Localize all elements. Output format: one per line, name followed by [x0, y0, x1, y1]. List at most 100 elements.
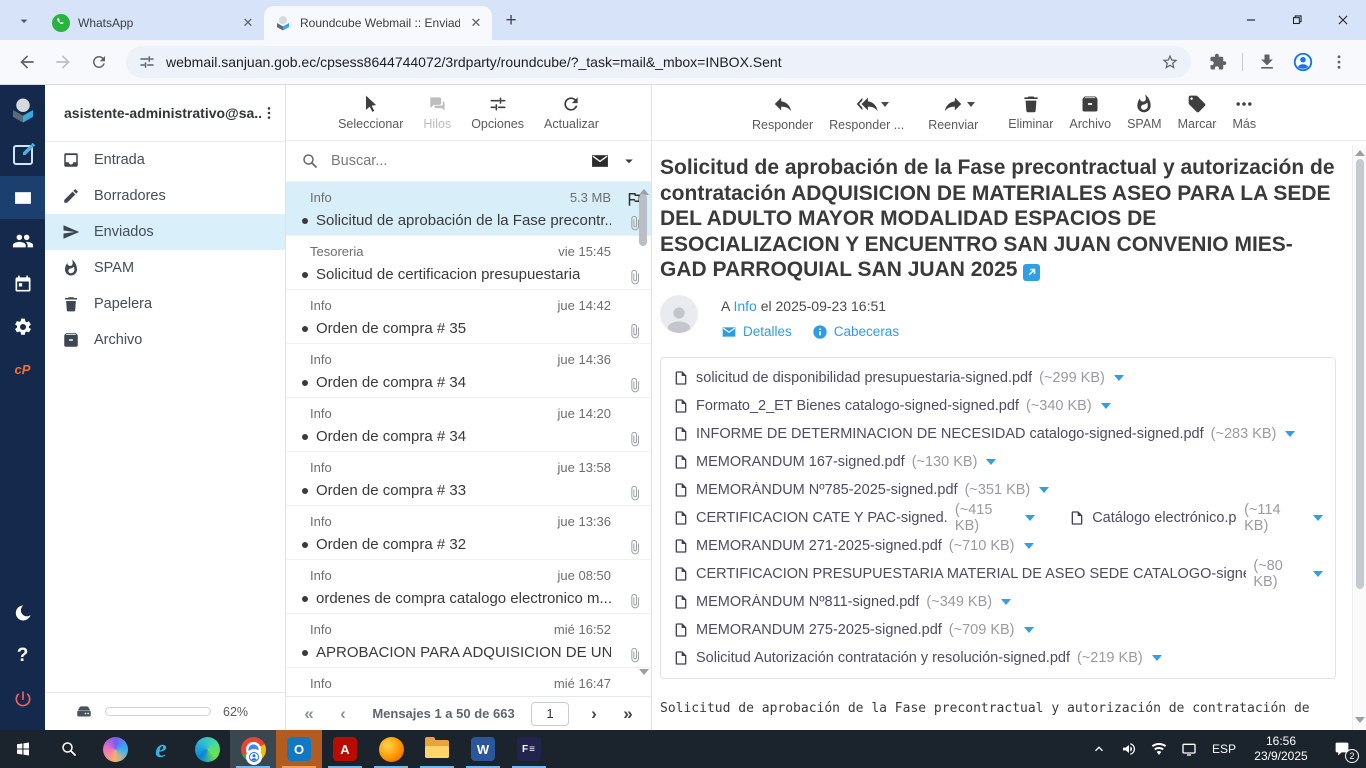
attachment-menu-caret-icon[interactable] — [1001, 599, 1011, 610]
attachment-name[interactable]: CERTIFICACION CATE Y PAC-signed.pdf — [696, 510, 948, 526]
action-center-button[interactable]: 2 — [1318, 730, 1366, 768]
search-options-chevron-icon[interactable] — [620, 152, 638, 170]
attachment-name[interactable]: Solicitud Autorización contratación y re… — [696, 650, 1070, 666]
search-input[interactable] — [329, 152, 580, 170]
browser-menu-icon[interactable] — [1322, 45, 1356, 79]
rail-settings-button[interactable] — [0, 305, 45, 348]
attachment-menu-caret-icon[interactable] — [1313, 571, 1323, 582]
forward-button[interactable]: Reenviar — [928, 93, 978, 132]
tab-close-icon[interactable]: ✕ — [468, 15, 484, 31]
rail-contacts-button[interactable] — [0, 219, 45, 262]
cast-icon[interactable] — [1174, 730, 1204, 768]
bookmark-star-icon[interactable] — [1161, 53, 1179, 71]
attachment-name[interactable]: MEMORÁNDUM Nº785-2025-signed.pdf — [696, 482, 958, 498]
options-button[interactable]: Opciones — [471, 94, 524, 131]
start-button[interactable] — [0, 730, 46, 768]
attachment-name[interactable]: solicitud de disponibilidad presupuestar… — [696, 370, 1032, 386]
delete-button[interactable]: Eliminar — [1008, 94, 1053, 131]
sidebar-item-entrada[interactable]: Entrada — [45, 142, 285, 178]
attachment-name[interactable]: Formato_2_ET Bienes catalogo-signed-sign… — [696, 398, 1019, 414]
message-row[interactable]: Infojue 14:36 Orden de compra # 34 — [286, 344, 651, 398]
next-page-button[interactable]: › — [581, 704, 607, 724]
attachment-name[interactable]: MEMORANDUM 167-signed.pdf — [696, 454, 905, 470]
taskbar-chrome-button[interactable] — [230, 730, 276, 768]
page-number-input[interactable] — [531, 702, 569, 726]
profile-avatar[interactable] — [1286, 45, 1320, 79]
rail-compose-button[interactable] — [0, 133, 45, 176]
attachment-name[interactable]: Catálogo electrónico.pdf — [1092, 510, 1237, 526]
back-button[interactable] — [10, 45, 44, 79]
account-menu-icon[interactable] — [261, 105, 277, 121]
taskbar-explorer-button[interactable] — [414, 730, 460, 768]
message-row[interactable]: Infomié 16:52 APROBACION PARA ADQUISICIO… — [286, 614, 651, 668]
volume-icon[interactable] — [1114, 730, 1144, 768]
attachment-menu-caret-icon[interactable] — [1152, 655, 1162, 666]
attachment-menu-caret-icon[interactable] — [1039, 487, 1049, 498]
close-window-button[interactable] — [1320, 0, 1366, 40]
rail-help-button[interactable]: ? — [0, 634, 45, 677]
select-button[interactable]: Seleccionar — [338, 94, 403, 131]
rail-logout-button[interactable] — [0, 677, 45, 720]
taskbar-acrobat-button[interactable]: A — [322, 730, 368, 768]
list-scrollbar-thumb[interactable] — [639, 194, 647, 246]
language-indicator[interactable]: ESP — [1204, 730, 1244, 768]
last-page-button[interactable]: » — [615, 704, 641, 724]
message-row[interactable]: Tesoreriavie 15:45 Solicitud de certific… — [286, 236, 651, 290]
view-scrollbar-thumb[interactable] — [1356, 159, 1364, 589]
taskbar-outlook-button[interactable]: O — [276, 730, 322, 768]
headers-link[interactable]: Cabeceras — [812, 324, 899, 340]
tray-chevron-up-icon[interactable] — [1084, 730, 1114, 768]
maximize-button[interactable] — [1274, 0, 1320, 40]
attachment-menu-caret-icon[interactable] — [1025, 515, 1035, 526]
threads-button[interactable]: Hilos — [423, 94, 451, 131]
scroll-down-icon[interactable] — [639, 669, 649, 680]
attachment-menu-caret-icon[interactable] — [1101, 403, 1111, 414]
refresh-button[interactable]: Actualizar — [544, 94, 599, 131]
details-link[interactable]: Detalles — [721, 324, 792, 340]
taskbar-ie-button[interactable]: e — [138, 730, 184, 768]
recipient-link[interactable]: Info — [733, 298, 756, 314]
attachment-name[interactable]: CERTIFICACION PRESUPUESTARIA MATERIAL DE… — [696, 566, 1246, 582]
prev-page-button[interactable]: ‹ — [330, 704, 356, 724]
taskbar-fes-button[interactable]: F≡ — [506, 730, 552, 768]
sidebar-item-papelera[interactable]: Papelera — [45, 286, 285, 322]
extensions-icon[interactable] — [1201, 45, 1235, 79]
rail-mail-button[interactable] — [0, 176, 45, 219]
rail-cpanel-button[interactable]: cP — [0, 348, 45, 391]
message-row[interactable]: Infojue 14:42 Orden de compra # 35 — [286, 290, 651, 344]
reply-all-button[interactable]: Responder ... — [829, 93, 904, 132]
browser-tab-roundcube[interactable]: Roundcube Webmail :: Enviados ✕ — [264, 6, 492, 40]
sidebar-item-spam[interactable]: SPAM — [45, 250, 285, 286]
spam-button[interactable]: SPAM — [1127, 94, 1162, 131]
forward-button[interactable] — [46, 45, 80, 79]
taskbar-clock[interactable]: 16:56 23/9/2025 — [1244, 734, 1318, 764]
view-scrollbar[interactable] — [1352, 145, 1366, 730]
new-tab-button[interactable]: + — [498, 8, 524, 34]
attachment-menu-caret-icon[interactable] — [1114, 375, 1124, 386]
message-row[interactable]: Info5.3 MB Solicitud de aprobación de la… — [286, 182, 651, 236]
taskbar-copilot-button[interactable] — [92, 730, 138, 768]
message-row[interactable]: Infojue 08:50 ordenes de compra catalogo… — [286, 560, 651, 614]
taskbar-search-button[interactable] — [46, 730, 92, 768]
taskbar-word-button[interactable]: W — [460, 730, 506, 768]
archive-button[interactable]: Archivo — [1069, 94, 1111, 131]
attachment-menu-caret-icon[interactable] — [1024, 543, 1034, 554]
taskbar-edge-button[interactable] — [184, 730, 230, 768]
message-row[interactable]: Infojue 13:58 Orden de compra # 33 — [286, 452, 651, 506]
attachment-menu-caret-icon[interactable] — [1024, 627, 1034, 638]
first-page-button[interactable]: « — [296, 704, 322, 724]
taskbar-firefox-button[interactable] — [368, 730, 414, 768]
sidebar-item-borradores[interactable]: Borradores — [45, 178, 285, 214]
minimize-button[interactable] — [1228, 0, 1274, 40]
attachment-menu-caret-icon[interactable] — [1313, 515, 1323, 526]
attachment-name[interactable]: MEMORANDUM 271-2025-signed.pdf — [696, 538, 942, 554]
address-bar[interactable]: webmail.sanjuan.gob.ec/cpsess8644744072/… — [126, 46, 1191, 78]
attachment-name[interactable]: MEMORANDUM 275-2025-signed.pdf — [696, 622, 942, 638]
reply-button[interactable]: Responder — [752, 93, 813, 132]
downloads-icon[interactable] — [1250, 45, 1284, 79]
search-scope-icon[interactable] — [590, 151, 610, 171]
rail-calendar-button[interactable] — [0, 262, 45, 305]
rail-darkmode-button[interactable] — [0, 591, 45, 634]
attachment-menu-caret-icon[interactable] — [986, 459, 996, 470]
sidebar-item-enviados[interactable]: Enviados — [45, 214, 285, 250]
